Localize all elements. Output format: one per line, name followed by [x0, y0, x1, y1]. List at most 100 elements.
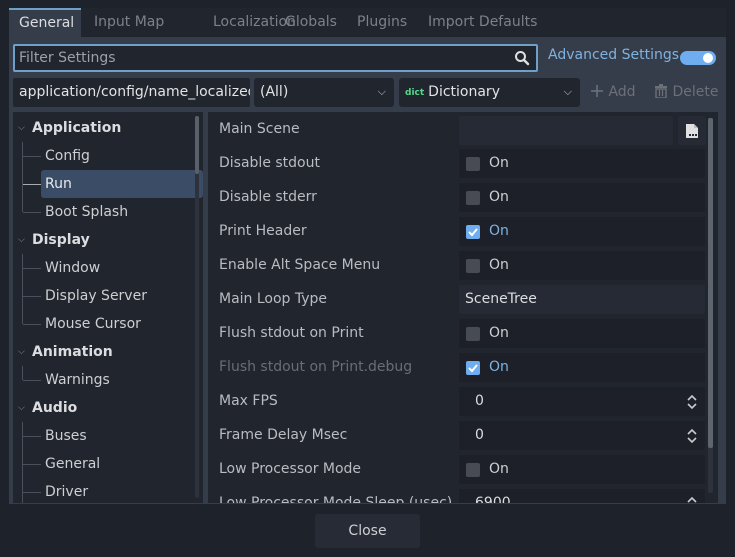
checkbox-text: On: [489, 359, 509, 375]
close-button[interactable]: Close: [315, 514, 420, 548]
checkbox-unchecked-icon: [466, 463, 480, 477]
main-loop-type-value: SceneTree: [465, 291, 537, 307]
tree-guide-line: [23, 436, 41, 437]
chevron-down-icon[interactable]: ⌵: [18, 394, 28, 422]
print-header-checkbox[interactable]: On: [459, 217, 705, 246]
tree-guide-line: [22, 142, 23, 212]
checkbox-text: On: [489, 189, 509, 205]
low-processor-mode-checkbox[interactable]: On: [459, 455, 705, 484]
disable-stdout-checkbox[interactable]: On: [459, 149, 705, 178]
add-label: Add: [608, 84, 636, 100]
filter-settings-field[interactable]: [13, 44, 538, 72]
chevron-down-icon[interactable]: ⌵: [18, 338, 28, 366]
flush-stdout-on-print-debug-checkbox[interactable]: On: [459, 353, 705, 382]
browse-file-button[interactable]: [678, 116, 706, 145]
property-name-input[interactable]: application/config/name_localized: [13, 78, 250, 107]
enable-alt-space-menu-checkbox[interactable]: On: [459, 251, 705, 280]
tree-guide-line: [23, 296, 41, 297]
tree-item-window[interactable]: Window: [45, 254, 100, 282]
setting-label-flush-stdout-on-print: Flush stdout on Print: [219, 325, 364, 341]
chevron-down-icon: ⌵: [377, 85, 386, 98]
setting-label-print-header: Print Header: [219, 223, 307, 239]
low-processor-mode-sleep-spinbox[interactable]: 6900: [459, 489, 705, 503]
setting-label-max-fps: Max FPS: [219, 393, 278, 409]
main-loop-type-field[interactable]: SceneTree: [459, 285, 705, 314]
settings-inspector: Main Scene Disable stdout On Disable std…: [208, 112, 718, 503]
tree-item-buses[interactable]: Buses: [45, 422, 87, 450]
checkbox-unchecked-icon: [466, 191, 480, 205]
tree-guide-line: [23, 324, 41, 325]
tree-guide-line: [23, 212, 41, 213]
checkbox-text: On: [489, 223, 509, 239]
checkbox-checked-icon: [466, 361, 480, 375]
tree-guide-line: [23, 184, 41, 185]
tab-general[interactable]: General: [9, 8, 81, 37]
inspector-scrollbar[interactable]: [708, 118, 713, 493]
spinner-arrows-icon[interactable]: [687, 428, 697, 444]
inspector-scrollbar-thumb[interactable]: [708, 118, 713, 448]
tab-import-defaults[interactable]: Import Defaults: [418, 8, 547, 37]
tree-guide-line: [23, 380, 41, 381]
spinner-arrows-icon[interactable]: [687, 394, 697, 410]
setting-label-disable-stdout: Disable stdout: [219, 155, 320, 171]
tree-section-application[interactable]: Application: [32, 114, 121, 142]
max-fps-spinbox[interactable]: 0: [459, 387, 705, 416]
toggle-knob: [703, 53, 713, 63]
tree-guide-line: [22, 366, 23, 380]
tab-plugins[interactable]: Plugins: [347, 8, 417, 37]
project-settings-dialog: General Input Map Localization Globals P…: [0, 0, 735, 557]
file-icon: [686, 124, 698, 138]
checkbox-unchecked-icon: [466, 327, 480, 341]
feature-dropdown[interactable]: (All) ⌵: [254, 78, 394, 107]
tree-item-mouse-cursor[interactable]: Mouse Cursor: [45, 310, 141, 338]
tree-section-audio[interactable]: Audio: [32, 394, 77, 422]
tree-item-boot-splash[interactable]: Boot Splash: [45, 198, 128, 226]
setting-label-main-loop-type: Main Loop Type: [219, 291, 328, 307]
setting-label-disable-stderr: Disable stderr: [219, 189, 317, 205]
setting-label-flush-stdout-on-print-debug: Flush stdout on Print.debug: [219, 359, 413, 375]
tree-scrollbar[interactable]: [195, 116, 199, 498]
low-processor-mode-sleep-value: 6900: [475, 495, 511, 503]
max-fps-value: 0: [475, 393, 484, 409]
checkbox-text: On: [489, 257, 509, 273]
chevron-down-icon[interactable]: ⌵: [18, 114, 28, 142]
type-dropdown[interactable]: dict Dictionary ⌵: [399, 78, 580, 107]
frame-delay-msec-spinbox[interactable]: 0: [459, 421, 705, 450]
tab-globals[interactable]: Globals: [275, 8, 347, 37]
tree-scrollbar-thumb[interactable]: [195, 116, 199, 174]
tree-item-general[interactable]: General: [45, 450, 100, 478]
frame-delay-msec-value: 0: [475, 427, 484, 443]
checkbox-unchecked-icon: [466, 157, 480, 171]
tree-section-animation[interactable]: Animation: [32, 338, 113, 366]
tree-item-config[interactable]: Config: [45, 142, 90, 170]
type-dropdown-value: Dictionary: [428, 84, 500, 100]
setting-label-main-scene: Main Scene: [219, 121, 300, 137]
tree-item-run[interactable]: Run: [41, 170, 203, 198]
advanced-settings-toggle[interactable]: [680, 51, 716, 65]
tab-bar: General Input Map Localization Globals P…: [9, 8, 726, 37]
filter-settings-input[interactable]: [19, 46, 509, 70]
flush-stdout-on-print-checkbox[interactable]: On: [459, 319, 705, 348]
setting-label-enable-alt-space-menu: Enable Alt Space Menu: [219, 257, 381, 273]
add-property-button[interactable]: Add: [590, 78, 636, 107]
tree-section-display[interactable]: Display: [32, 226, 90, 254]
setting-label-low-processor-mode: Low Processor Mode: [219, 461, 362, 477]
tree-item-display-server[interactable]: Display Server: [45, 282, 147, 310]
tree-item-driver[interactable]: Driver: [45, 478, 88, 503]
chevron-down-icon: ⌵: [563, 85, 572, 98]
disable-stderr-checkbox[interactable]: On: [459, 183, 705, 212]
chevron-down-icon[interactable]: ⌵: [18, 226, 28, 254]
tree-guide-line: [23, 492, 41, 493]
delete-label: Delete: [672, 84, 719, 100]
search-icon: [515, 51, 530, 66]
spinner-arrows-icon[interactable]: [687, 496, 697, 503]
feature-dropdown-value: (All): [260, 84, 289, 100]
main-scene-path-field[interactable]: [459, 116, 673, 145]
setting-label-low-processor-mode-sleep: Low Processor Mode Sleep (usec): [219, 495, 453, 503]
delete-property-button[interactable]: Delete: [654, 78, 718, 107]
tree-item-warnings[interactable]: Warnings: [45, 366, 110, 394]
trash-icon: [655, 84, 667, 99]
checkbox-unchecked-icon: [466, 259, 480, 273]
tab-input-map[interactable]: Input Map: [84, 8, 174, 37]
tree-guide-line: [22, 422, 23, 503]
